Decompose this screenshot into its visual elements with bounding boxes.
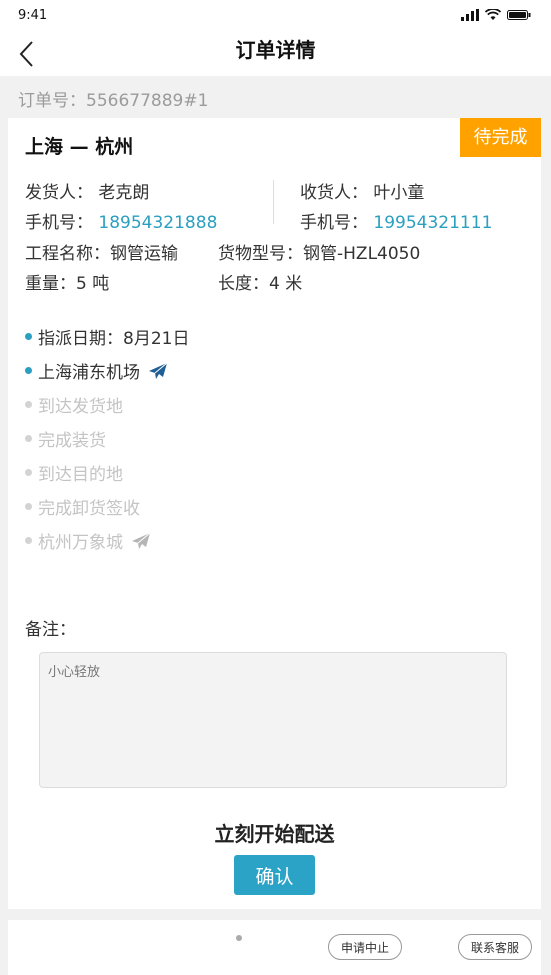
project-row: 工程名称：钢管运输 [25, 239, 178, 264]
sender-phone[interactable]: 18954321888 [98, 213, 217, 233]
start-delivery-title: 立刻开始配送 [214, 822, 335, 846]
receiver-phone-label: 手机号： [300, 213, 368, 233]
remark-textarea[interactable]: 小心轻放 [39, 652, 507, 788]
route-from: 上海 [25, 136, 64, 158]
order-card: 上海 — 杭州 待完成 发货人： 老克朗 手机号： 18954321888 收货… [8, 118, 541, 909]
timeline-dot [25, 537, 32, 544]
contact-service-button[interactable]: 联系客服 [458, 934, 533, 960]
order-number-value: 556677889#1 [86, 91, 209, 111]
timeline-item-destination: 杭州万象城 [25, 528, 151, 553]
apply-abort-button[interactable]: 申请中止 [328, 934, 403, 960]
timeline-item-arrive-destination: 到达目的地 [25, 460, 123, 485]
nav-bar: 订单详情 [0, 32, 551, 76]
timeline-item-loaded: 完成装货 [25, 426, 106, 451]
cargo-model-value: 钢管-HZL4050 [303, 244, 421, 264]
weight-value: 5 吨 [76, 274, 110, 294]
order-number-label: 订单号： [18, 91, 86, 111]
confirm-button[interactable]: 确认 [234, 855, 315, 895]
timeline-label: 到达目的地 [38, 465, 123, 485]
timeline-dot [25, 333, 32, 340]
cargo-model-label: 货物型号： [218, 244, 303, 264]
page-indicator-dot [236, 935, 242, 941]
timeline-dot [25, 469, 32, 476]
length-row: 长度：4 米 [218, 269, 302, 294]
project-value: 钢管运输 [110, 244, 178, 264]
battery-icon [507, 10, 531, 20]
weight-row: 重量：5 吨 [25, 269, 109, 294]
cargo-model-row: 货物型号：钢管-HZL4050 [218, 239, 420, 264]
page-title: 订单详情 [235, 38, 316, 62]
weight-label: 重量： [25, 274, 76, 294]
timeline-item-arrive-pickup: 到达发货地 [25, 392, 123, 417]
wifi-icon [485, 9, 501, 20]
timeline-dot [25, 367, 32, 374]
timeline-label: 杭州万象城 [38, 533, 123, 553]
status-time: 9:41 [18, 8, 48, 23]
receiver-label: 收货人： [300, 183, 368, 203]
timeline-item-unloaded-signed: 完成卸货签收 [25, 494, 140, 519]
remark-label: 备注： [25, 620, 76, 640]
timeline-label: 到达发货地 [38, 397, 123, 417]
route-title: 上海 — 杭州 [25, 132, 133, 159]
route-to: 杭州 [95, 136, 134, 158]
signal-icon [461, 9, 479, 21]
length-label: 长度： [218, 274, 269, 294]
receiver-phone[interactable]: 19954321111 [373, 213, 492, 233]
route-separator: — [69, 136, 89, 158]
order-number: 订单号：556677889#1 [18, 86, 208, 111]
bottom-action-bar: 申请中止 联系客服 [8, 920, 541, 975]
timeline-item-origin: 上海浦东机场 [25, 358, 168, 383]
sender-label: 发货人： [25, 183, 93, 203]
project-label: 工程名称： [25, 244, 110, 264]
receiver-name: 叶小童 [373, 183, 425, 203]
timeline-label: 完成装货 [38, 431, 106, 451]
sender-name: 老克朗 [98, 183, 150, 203]
receiver-name-row: 收货人： 叶小童 [300, 178, 424, 203]
status-bar: 9:41 [0, 0, 551, 32]
system-icons [461, 9, 531, 21]
timeline-label: 完成卸货签收 [38, 499, 140, 519]
timeline-label: 指派日期：8月21日 [38, 329, 190, 349]
status-badge: 待完成 [460, 118, 541, 157]
sender-name-row: 发货人： 老克朗 [25, 178, 149, 203]
length-value: 4 米 [269, 274, 303, 294]
contact-divider [273, 180, 274, 224]
timeline-dot [25, 435, 32, 442]
timeline-item-assign-date: 指派日期：8月21日 [25, 324, 189, 349]
receiver-phone-row: 手机号： 19954321111 [300, 208, 492, 233]
plane-icon[interactable] [148, 362, 168, 380]
sender-phone-label: 手机号： [25, 213, 93, 233]
sender-phone-row: 手机号： 18954321888 [25, 208, 217, 233]
timeline-dot [25, 401, 32, 408]
timeline-label: 上海浦东机场 [38, 363, 140, 383]
timeline-dot [25, 503, 32, 510]
plane-icon[interactable] [131, 532, 151, 550]
